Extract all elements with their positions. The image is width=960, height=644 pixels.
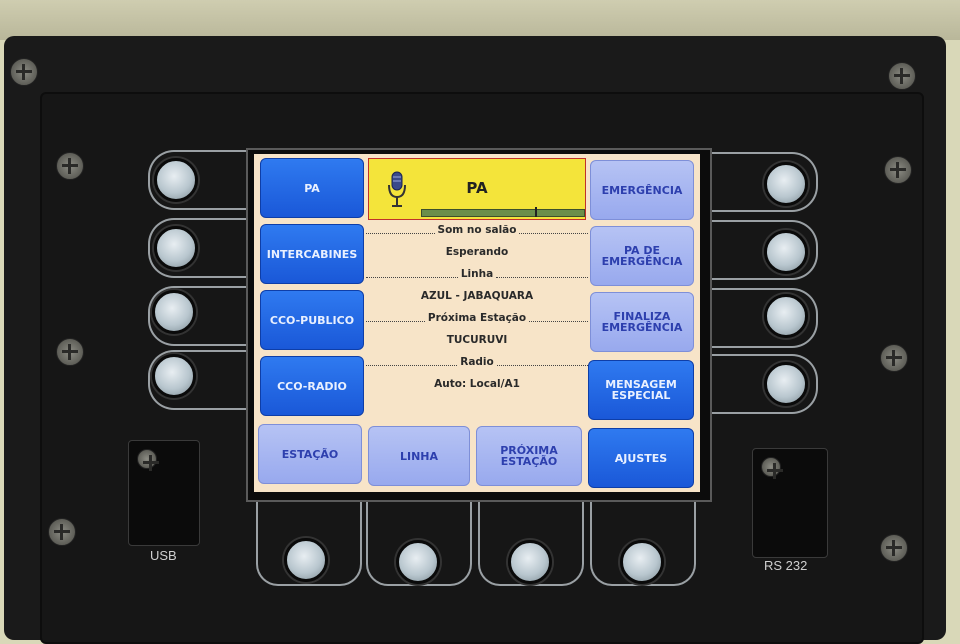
hw-button-right-3[interactable] xyxy=(764,294,808,338)
estacao-button[interactable]: ESTAÇÃO xyxy=(258,424,362,484)
proxima-label: Próxima Estação xyxy=(427,312,527,324)
hw-button-left-2[interactable] xyxy=(154,226,198,270)
hw-button-bottom-2[interactable] xyxy=(396,540,440,584)
som-label-row: Som no salão xyxy=(366,224,589,236)
audio-level-bar xyxy=(421,207,585,217)
screw-icon xyxy=(880,344,908,372)
linha-label-row: Linha xyxy=(366,268,589,280)
hw-button-bottom-3[interactable] xyxy=(508,540,552,584)
screw-icon xyxy=(888,62,916,90)
radio-value: Auto: Local/A1 xyxy=(434,378,520,390)
emergencia-button[interactable]: EMERGÊNCIA xyxy=(590,160,694,220)
hw-button-left-3[interactable] xyxy=(152,290,196,334)
radio-label: Radio xyxy=(460,356,494,368)
rs232-port[interactable] xyxy=(752,448,828,558)
proxima-value: TUCURUVI xyxy=(446,334,508,346)
linha-value: AZUL - JABAQUARA xyxy=(420,290,534,302)
hw-button-right-1[interactable] xyxy=(764,162,808,206)
screw-icon xyxy=(880,534,908,562)
radio-label-row: Radio xyxy=(366,356,588,368)
hw-button-left-1[interactable] xyxy=(154,158,198,202)
cco-publico-button[interactable]: CCO-PUBLICO xyxy=(260,290,364,350)
intercabines-button[interactable]: INTERCABINES xyxy=(260,224,364,284)
pa-title: PA xyxy=(466,179,488,197)
mensagem-especial-button[interactable]: MENSAGEM ESPECIAL xyxy=(588,360,694,420)
pa-emergencia-button[interactable]: PA DE EMERGÊNCIA xyxy=(590,226,694,286)
pa-header: PA xyxy=(368,158,586,220)
linha-label: Linha xyxy=(460,268,494,280)
display-screen: PA INTERCABINES CCO-PUBLICO CCO-RADIO EM… xyxy=(254,154,700,492)
screw-icon xyxy=(137,449,159,471)
ajustes-button[interactable]: AJUSTES xyxy=(588,428,694,488)
proxima-label-row: Próxima Estação xyxy=(366,312,589,324)
screw-icon xyxy=(10,58,38,86)
som-value: Esperando xyxy=(445,246,509,258)
proxima-estacao-button[interactable]: PRÓXIMA ESTAÇÃO xyxy=(476,426,582,486)
screw-icon xyxy=(761,457,783,479)
hw-button-right-4[interactable] xyxy=(764,362,808,406)
info-panel: Som no salão Esperando Linha AZUL - JABA… xyxy=(366,220,589,420)
hw-button-left-4[interactable] xyxy=(152,354,196,398)
usb-label: USB xyxy=(150,548,177,563)
screw-icon xyxy=(884,156,912,184)
usb-port[interactable] xyxy=(128,440,200,546)
level-marker xyxy=(535,207,538,217)
device-housing xyxy=(0,0,960,40)
rs232-label: RS 232 xyxy=(764,558,808,573)
hw-button-bottom-4[interactable] xyxy=(620,540,664,584)
screw-icon xyxy=(56,338,84,366)
finaliza-emergencia-button[interactable]: FINALIZA EMERGÊNCIA xyxy=(590,292,694,352)
hw-button-bottom-1[interactable] xyxy=(284,538,328,582)
hw-button-right-2[interactable] xyxy=(764,230,808,274)
pa-button[interactable]: PA xyxy=(260,158,364,218)
screw-icon xyxy=(56,152,84,180)
cco-radio-button[interactable]: CCO-RADIO xyxy=(260,356,364,416)
screw-icon xyxy=(48,518,76,546)
som-label: Som no salão xyxy=(437,224,517,236)
linha-button[interactable]: LINHA xyxy=(368,426,470,486)
